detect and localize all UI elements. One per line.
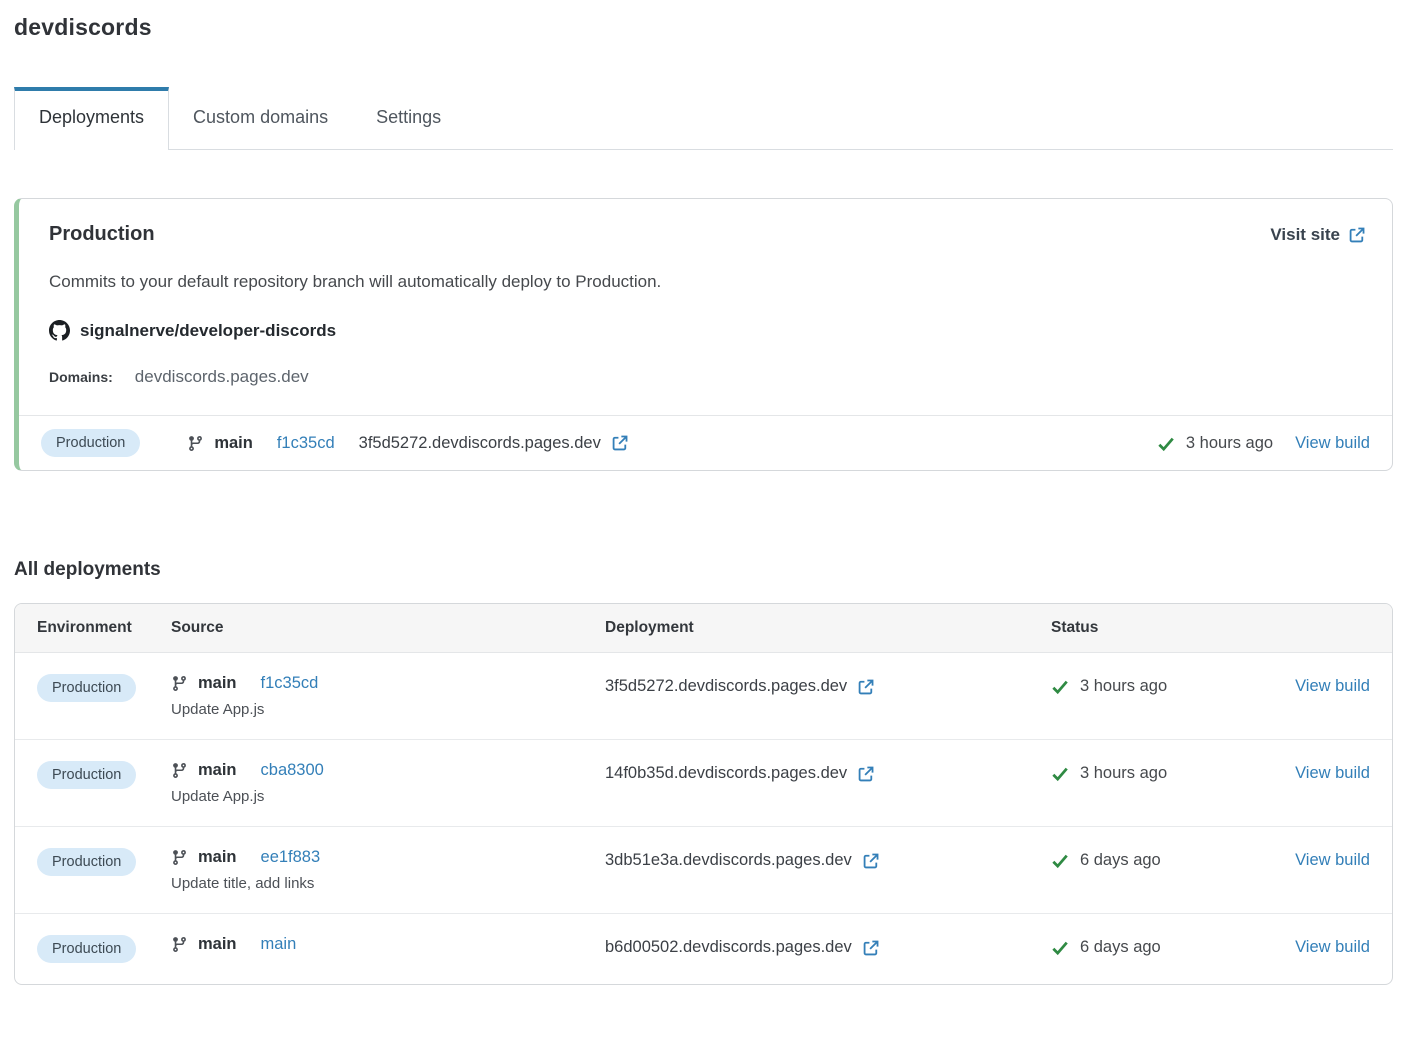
commit-link[interactable]: main xyxy=(261,935,297,954)
status-time: 6 days ago xyxy=(1080,851,1161,870)
domains-value: devdiscords.pages.dev xyxy=(135,367,309,387)
deployment-url: 3db51e3a.devdiscords.pages.dev xyxy=(605,851,852,870)
git-branch-icon xyxy=(187,435,204,452)
deployment-url: b6d00502.devdiscords.pages.dev xyxy=(605,938,852,957)
production-description: Commits to your default repository branc… xyxy=(49,272,1366,292)
view-build-link[interactable]: View build xyxy=(1295,851,1370,869)
external-link-icon[interactable] xyxy=(862,939,880,957)
branch-name: main xyxy=(214,434,253,453)
column-header-status: Status xyxy=(1051,619,1284,637)
commit-link[interactable]: ee1f883 xyxy=(261,848,321,867)
external-link-icon[interactable] xyxy=(857,678,875,696)
environment-badge: Production xyxy=(37,674,136,702)
external-link-icon[interactable] xyxy=(611,434,629,452)
git-branch-icon xyxy=(171,675,188,692)
git-branch-icon xyxy=(171,762,188,779)
table-row: Production main cba8300 Update App.js 14… xyxy=(15,739,1392,826)
environment-badge: Production xyxy=(37,761,136,789)
success-check-icon xyxy=(1051,678,1068,695)
commit-link[interactable]: f1c35cd xyxy=(277,434,335,453)
page-title: devdiscords xyxy=(14,14,1393,41)
deployment-url: 14f0b35d.devdiscords.pages.dev xyxy=(605,764,847,783)
success-check-icon xyxy=(1051,939,1068,956)
visit-site-link[interactable]: Visit site xyxy=(1270,225,1366,245)
visit-site-label: Visit site xyxy=(1270,225,1340,245)
external-link-icon xyxy=(1348,226,1366,244)
column-header-environment: Environment xyxy=(37,619,171,637)
branch-name: main xyxy=(198,848,237,867)
git-branch-icon xyxy=(171,849,188,866)
deployment-url: 3f5d5272.devdiscords.pages.dev xyxy=(359,434,601,453)
environment-badge: Production xyxy=(41,429,140,457)
column-header-source: Source xyxy=(171,619,605,637)
deployment-url: 3f5d5272.devdiscords.pages.dev xyxy=(605,677,847,696)
tab-bar: Deployments Custom domains Settings xyxy=(14,87,1393,150)
table-row: Production main f1c35cd Update App.js 3f… xyxy=(15,653,1392,739)
deployments-table: Environment Source Deployment Status Pro… xyxy=(14,603,1393,985)
commit-message: Update title, add links xyxy=(171,875,605,892)
commit-link[interactable]: cba8300 xyxy=(261,761,324,780)
tab-custom-domains[interactable]: Custom domains xyxy=(169,87,352,149)
environment-badge: Production xyxy=(37,935,136,963)
success-check-icon xyxy=(1157,435,1174,452)
branch-name: main xyxy=(198,674,237,693)
table-row: Production main ee1f883 Update title, ad… xyxy=(15,826,1392,913)
branch-name: main xyxy=(198,761,237,780)
production-card: Production Visit site Commits to your de… xyxy=(14,198,1393,471)
commit-message: Update App.js xyxy=(171,788,605,805)
branch-name: main xyxy=(198,935,237,954)
repo-name: signalnerve/developer-discords xyxy=(80,321,336,341)
production-card-title: Production xyxy=(49,223,155,246)
table-header-row: Environment Source Deployment Status xyxy=(15,604,1392,653)
git-branch-icon xyxy=(171,936,188,953)
github-icon xyxy=(49,320,70,341)
view-build-link[interactable]: View build xyxy=(1295,677,1370,695)
view-build-link[interactable]: View build xyxy=(1295,434,1370,453)
all-deployments-heading: All deployments xyxy=(14,559,1393,581)
external-link-icon[interactable] xyxy=(862,852,880,870)
view-build-link[interactable]: View build xyxy=(1295,764,1370,782)
environment-badge: Production xyxy=(37,848,136,876)
view-build-link[interactable]: View build xyxy=(1295,938,1370,956)
status-time: 3 hours ago xyxy=(1186,434,1273,453)
status-time: 3 hours ago xyxy=(1080,764,1167,783)
commit-link[interactable]: f1c35cd xyxy=(261,674,319,693)
external-link-icon[interactable] xyxy=(857,765,875,783)
status-time: 3 hours ago xyxy=(1080,677,1167,696)
tab-settings[interactable]: Settings xyxy=(352,87,465,149)
success-check-icon xyxy=(1051,765,1068,782)
pages-project-page: devdiscords Deployments Custom domains S… xyxy=(14,14,1393,985)
commit-message: Update App.js xyxy=(171,701,605,718)
domains-label: Domains: xyxy=(49,369,113,385)
success-check-icon xyxy=(1051,852,1068,869)
tab-deployments[interactable]: Deployments xyxy=(14,87,169,150)
table-row: Production main main b6d00502.devdiscord… xyxy=(15,913,1392,984)
column-header-deployment: Deployment xyxy=(605,619,1051,637)
status-time: 6 days ago xyxy=(1080,938,1161,957)
production-latest-deployment-row: Production main f1c35cd 3f5d5272.devdisc… xyxy=(19,415,1392,470)
